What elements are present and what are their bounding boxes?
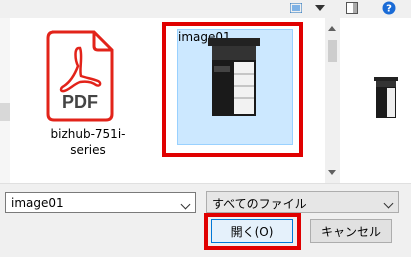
preview-printer-image (372, 76, 400, 120)
filetype-value: すべてのファイル (212, 197, 307, 211)
cancel-button[interactable]: キャンセル (310, 219, 392, 243)
left-scroll-edge (0, 18, 10, 183)
chevron-down-icon[interactable] (383, 198, 394, 209)
view-toolbar: ? (0, 0, 411, 18)
divider (0, 183, 411, 184)
scroll-thumb[interactable] (328, 40, 337, 62)
scroll-down-icon[interactable] (328, 170, 336, 175)
svg-text:?: ? (386, 4, 392, 15)
preview-pane-icon[interactable] (345, 1, 359, 15)
vertical-scrollbar[interactable] (325, 18, 340, 183)
filename-value: image01 (11, 196, 64, 210)
filename-input[interactable]: image01 (5, 192, 196, 213)
help-icon[interactable]: ? (382, 1, 396, 15)
view-mode-icon[interactable] (289, 1, 303, 15)
filetype-select[interactable]: すべてのファイル (206, 191, 399, 213)
pdf-icon-label: PDF (62, 92, 98, 112)
file-name: bizhub-751i-series (50, 127, 126, 157)
scroll-mark (0, 103, 10, 121)
chevron-down-icon[interactable] (180, 199, 191, 210)
open-button[interactable]: 開く(O) (211, 219, 293, 243)
scroll-up-icon[interactable] (328, 26, 336, 31)
file-item-image01[interactable]: image01 (177, 29, 293, 145)
view-dropdown-icon[interactable] (313, 1, 327, 15)
pdf-icon: PDF (46, 30, 114, 122)
file-item-pdf[interactable]: PDF bizhub-751i-series (38, 30, 138, 157)
preview-pane (340, 18, 411, 183)
printer-thumbnail (204, 36, 264, 120)
